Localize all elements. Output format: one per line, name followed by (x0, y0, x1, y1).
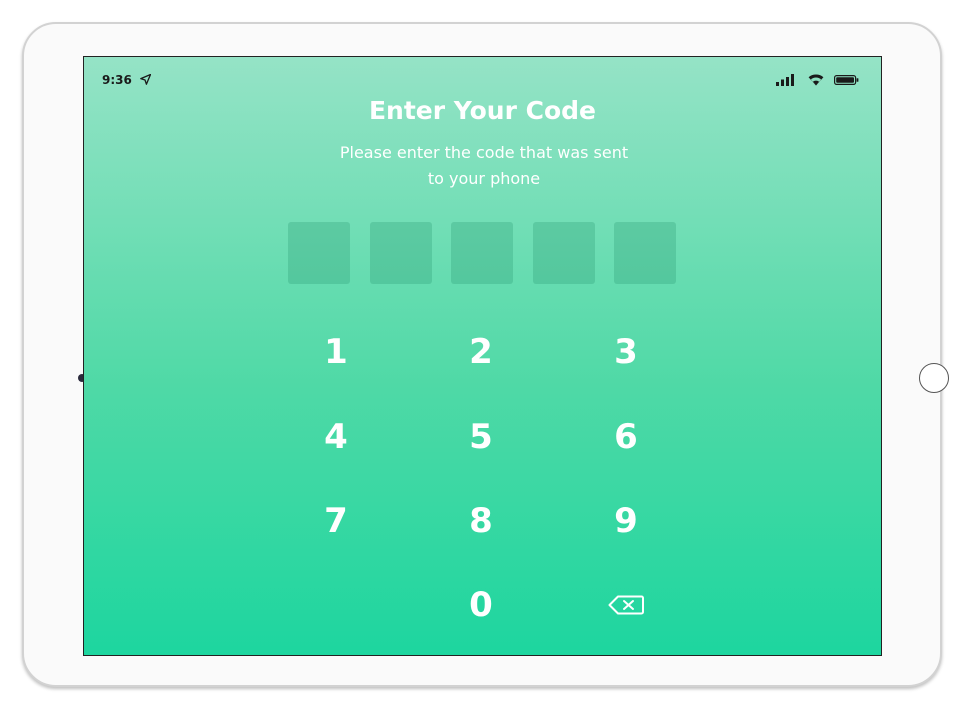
key-3[interactable]: 3 (571, 322, 681, 382)
key-0[interactable]: 0 (426, 575, 536, 635)
cellular-signal-icon (776, 74, 794, 86)
page-subtitle: Please enter the code that was sent to y… (289, 140, 679, 192)
key-2[interactable]: 2 (426, 322, 536, 382)
code-digit-box-1[interactable] (288, 222, 350, 284)
key-6[interactable]: 6 (571, 407, 681, 467)
wifi-icon (808, 74, 824, 86)
key-8[interactable]: 8 (426, 491, 536, 551)
key-5[interactable]: 5 (426, 407, 536, 467)
delete-button[interactable] (571, 575, 681, 635)
subtitle-line-2: to your phone (427, 169, 541, 188)
key-1[interactable]: 1 (281, 322, 391, 382)
battery-icon (834, 75, 859, 85)
code-digit-box-3[interactable] (451, 222, 513, 284)
key-4[interactable]: 4 (281, 407, 391, 467)
code-digit-box-2[interactable] (370, 222, 432, 284)
code-digit-box-4[interactable] (533, 222, 595, 284)
status-time: 9:36 (102, 73, 132, 87)
page-title: Enter Your Code (368, 96, 596, 125)
subtitle-line-1: Please enter the code that was sent (339, 143, 629, 162)
location-arrow-icon (140, 74, 151, 85)
backspace-icon (608, 595, 644, 615)
home-button[interactable] (919, 363, 949, 393)
key-9[interactable]: 9 (571, 491, 681, 551)
status-bar: 9:36 (84, 57, 881, 87)
key-7[interactable]: 7 (281, 491, 391, 551)
app-screen: 9:36 Enter Your Code Please enter the co… (83, 56, 882, 656)
code-digit-box-5[interactable] (614, 222, 676, 284)
